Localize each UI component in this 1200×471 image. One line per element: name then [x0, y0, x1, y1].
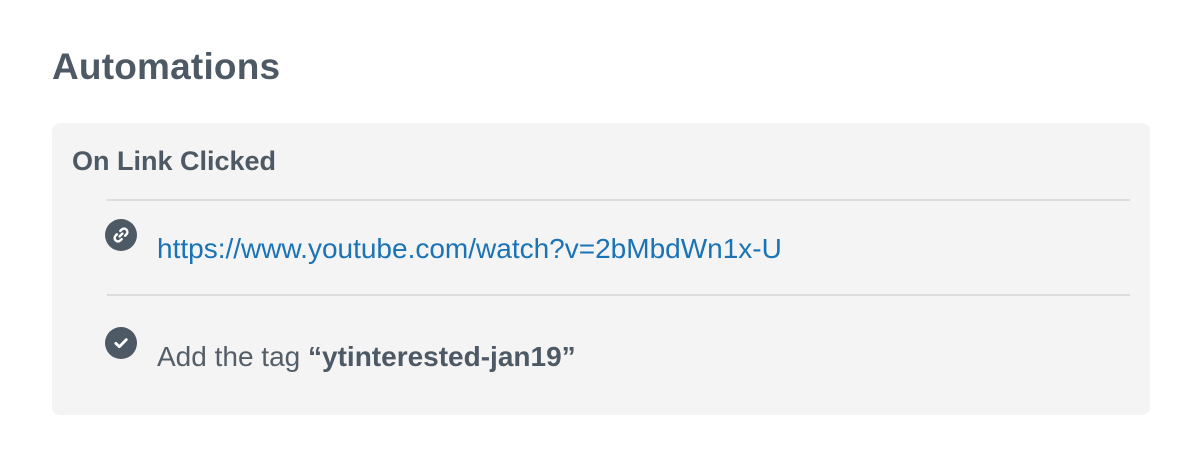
divider: [107, 294, 1130, 296]
tag-name: “ytinterested-jan19”: [308, 341, 576, 372]
link-step: https://www.youtube.com/watch?v=2bMbdWn1…: [105, 219, 782, 267]
page-title: Automations: [52, 46, 281, 87]
link-icon: [105, 219, 137, 251]
action-step: Add the tag “ytinterested-jan19”: [105, 327, 576, 375]
check-circle-icon: [105, 327, 137, 359]
trigger-title: On Link Clicked: [72, 146, 277, 176]
automation-card: On Link Clicked https://www.youtube.com/…: [52, 123, 1150, 415]
trigger-link[interactable]: https://www.youtube.com/watch?v=2bMbdWn1…: [157, 233, 782, 264]
action-prefix: Add the tag: [157, 341, 301, 372]
action-description: Add the tag “ytinterested-jan19”: [157, 339, 576, 375]
divider: [107, 199, 1130, 201]
